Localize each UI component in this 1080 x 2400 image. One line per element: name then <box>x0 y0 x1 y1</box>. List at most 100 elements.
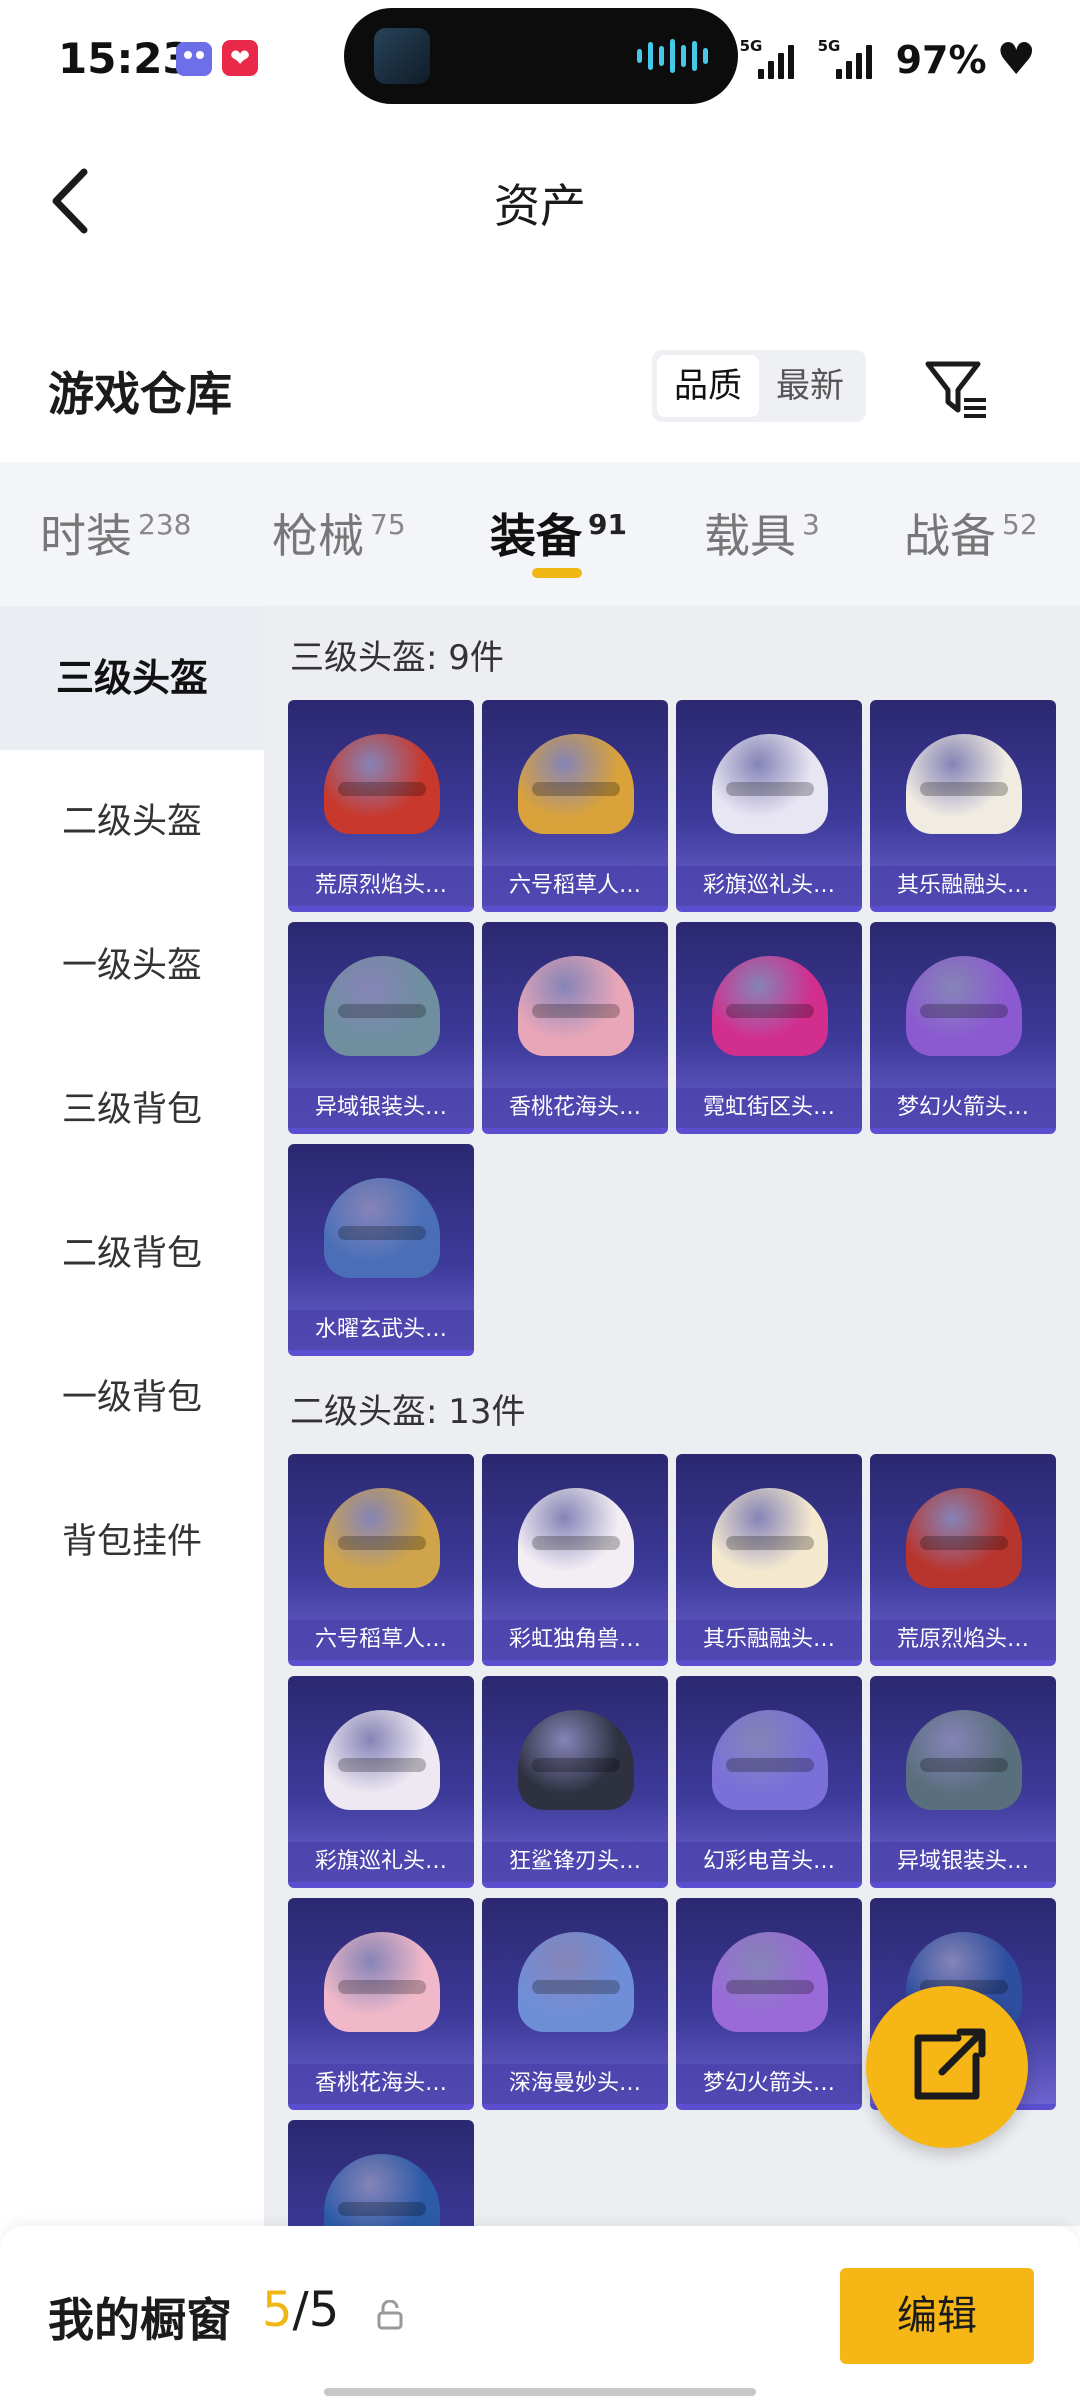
item-card[interactable]: 彩旗巡礼头… <box>288 1676 474 1888</box>
filter-button[interactable] <box>920 352 992 424</box>
item-card[interactable]: 梦幻火箭头… <box>676 1898 862 2110</box>
helmet-icon <box>518 956 634 1056</box>
filter-icon <box>925 361 986 418</box>
item-name: 狂鲨锋刃头… <box>482 1842 668 1882</box>
item-card[interactable]: 异域银装头… <box>288 922 474 1134</box>
item-card[interactable]: 其乐融融头… <box>870 700 1056 912</box>
helmet-icon <box>712 1710 828 1810</box>
share-fab-button[interactable] <box>866 1986 1028 2148</box>
sidebar-item-level2-helmet[interactable]: 二级头盔 <box>0 750 264 894</box>
helmet-icon <box>324 2154 440 2226</box>
home-indicator <box>324 2388 756 2396</box>
item-card[interactable]: 霓虹街区头… <box>676 922 862 1134</box>
sidebar-item-backpack-charm[interactable]: 背包挂件 <box>0 1470 264 1614</box>
helmet-icon <box>518 1932 634 2032</box>
tab-fashion[interactable]: 时装 238 <box>40 500 191 566</box>
item-name: 彩旗巡礼头… <box>288 1842 474 1882</box>
warehouse-title: 游戏仓库 <box>48 367 232 421</box>
item-card[interactable] <box>288 2120 474 2226</box>
helmet-icon <box>712 956 828 1056</box>
item-card[interactable]: 梦幻火箭头… <box>870 922 1056 1134</box>
helmet-icon <box>906 1710 1022 1810</box>
item-card[interactable]: 幻彩电音头… <box>676 1676 862 1888</box>
battery-level: 97% <box>895 37 987 82</box>
item-name: 六号稻草人… <box>482 866 668 906</box>
sort-latest-button[interactable]: 最新 <box>759 355 861 417</box>
status-bar: 15:23 ❤ 5G 5G 97% ♥ <box>0 0 1080 120</box>
media-thumbnail <box>374 28 430 84</box>
item-card[interactable]: 其乐融融头… <box>676 1454 862 1666</box>
helmet-icon <box>324 1488 440 1588</box>
sidebar-item-level2-backpack[interactable]: 二级背包 <box>0 1182 264 1326</box>
item-card[interactable]: 六号稻草人… <box>288 1454 474 1666</box>
item-card[interactable]: 荒原烈焰头… <box>288 700 474 912</box>
sort-quality-button[interactable]: 品质 <box>657 355 759 417</box>
sidebar-item-level3-backpack[interactable]: 三级背包 <box>0 1038 264 1182</box>
helmet-icon <box>906 956 1022 1056</box>
dynamic-island <box>344 8 738 104</box>
helmet-icon <box>324 1178 440 1278</box>
helmet-icon <box>712 1932 828 2032</box>
item-name: 荒原烈焰头… <box>870 1620 1056 1660</box>
item-name: 水曜玄武头… <box>288 1310 474 1350</box>
edit-button[interactable]: 编辑 <box>840 2268 1034 2364</box>
helmet-icon <box>906 1488 1022 1588</box>
item-name: 彩虹独角兽… <box>482 1620 668 1660</box>
item-card[interactable]: 水曜玄武头… <box>288 1144 474 1356</box>
item-name: 香桃花海头… <box>288 2064 474 2104</box>
helmet-icon <box>324 1710 440 1810</box>
item-name: 荒原烈焰头… <box>288 866 474 906</box>
showcase-count: 5/5 <box>262 2282 340 2338</box>
helmet-icon <box>518 734 634 834</box>
sort-toggle: 品质 最新 <box>652 350 866 422</box>
item-name: 异域银装头… <box>870 1842 1056 1882</box>
tab-supplies[interactable]: 战备 52 <box>904 500 1038 566</box>
app-notification-icon-red: ❤ <box>222 40 258 76</box>
item-card[interactable]: 彩旗巡礼头… <box>676 700 862 912</box>
item-card[interactable]: 深海曼妙头… <box>482 1898 668 2110</box>
item-name: 其乐融融头… <box>676 1620 862 1660</box>
sidebar-item-level1-backpack[interactable]: 一级背包 <box>0 1326 264 1470</box>
heart-icon: ♥ <box>996 34 1036 85</box>
helmet-icon <box>324 734 440 834</box>
app-notification-icon <box>176 42 212 76</box>
item-name: 其乐融融头… <box>870 866 1056 906</box>
page-title: 资产 <box>494 179 586 233</box>
sidebar: 三级头盔 二级头盔 一级头盔 三级背包 二级背包 一级背包 背包挂件 <box>0 606 264 2226</box>
item-name: 香桃花海头… <box>482 1088 668 1128</box>
item-name: 霓虹街区头… <box>676 1088 862 1128</box>
section-title-level3: 三级头盔: 9件 <box>290 638 504 678</box>
showcase-title: 我的橱窗 <box>48 2293 232 2347</box>
item-name: 梦幻火箭头… <box>870 1088 1056 1128</box>
item-name: 六号稻草人… <box>288 1620 474 1660</box>
helmet-icon <box>324 956 440 1056</box>
item-card[interactable]: 异域银装头… <box>870 1676 1056 1888</box>
audio-wave-icon <box>637 38 708 74</box>
helmet-icon <box>518 1488 634 1588</box>
tab-equipment[interactable]: 装备 91 <box>490 500 627 566</box>
showcase-bar: 我的橱窗 5/5 编辑 <box>0 2226 1080 2400</box>
signal-icon-2: 5G <box>818 37 886 81</box>
active-tab-indicator <box>532 568 582 578</box>
item-card[interactable]: 香桃花海头… <box>482 922 668 1134</box>
item-card[interactable]: 狂鲨锋刃头… <box>482 1676 668 1888</box>
item-card[interactable]: 彩虹独角兽… <box>482 1454 668 1666</box>
item-name: 深海曼妙头… <box>482 2064 668 2104</box>
item-name: 梦幻火箭头… <box>676 2064 862 2104</box>
helmet-icon <box>324 1932 440 2032</box>
category-tabs: 时装 238 枪械 75 装备 91 载具 3 战备 52 <box>0 462 1080 606</box>
item-name: 异域银装头… <box>288 1088 474 1128</box>
status-time: 15:23 <box>58 34 192 83</box>
helmet-icon <box>518 1710 634 1810</box>
top-nav: 资产 <box>0 120 1080 280</box>
lock-icon <box>377 2300 403 2330</box>
sidebar-item-level3-helmet[interactable]: 三级头盔 <box>0 606 264 750</box>
helmet-icon <box>712 1488 828 1588</box>
sidebar-item-level1-helmet[interactable]: 一级头盔 <box>0 894 264 1038</box>
item-card[interactable]: 香桃花海头… <box>288 1898 474 2110</box>
item-card[interactable]: 荒原烈焰头… <box>870 1454 1056 1666</box>
share-icon <box>914 2028 986 2100</box>
tab-vehicles[interactable]: 载具 3 <box>704 500 820 566</box>
tab-weapons[interactable]: 枪械 75 <box>272 500 406 566</box>
item-card[interactable]: 六号稻草人… <box>482 700 668 912</box>
